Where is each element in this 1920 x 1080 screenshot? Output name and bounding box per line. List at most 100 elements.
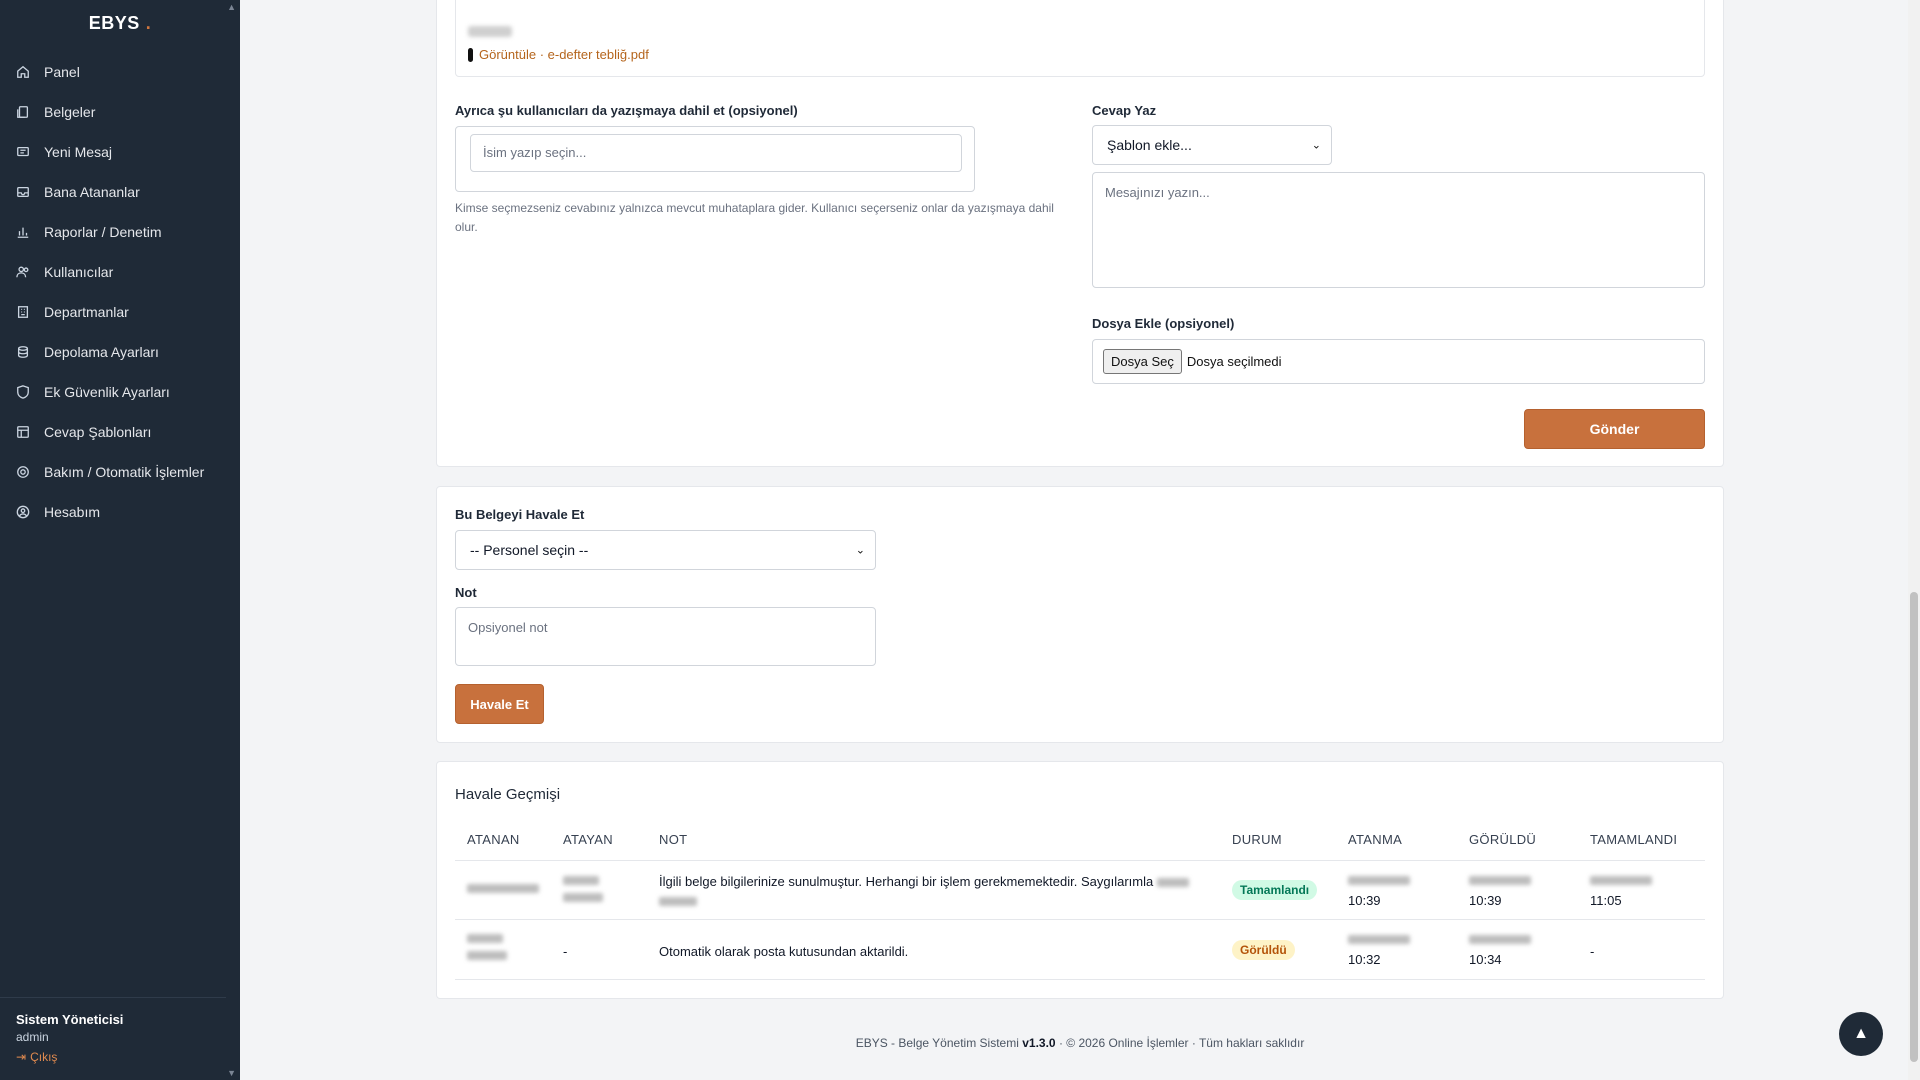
inbox-icon: [16, 185, 30, 199]
include-users-box: İsim yazıp seçin...: [455, 126, 975, 192]
sidebar-item-depolama[interactable]: Depolama Ayarları: [0, 332, 240, 372]
file-status: Dosya seçilmedi: [1186, 354, 1282, 369]
home-icon: [16, 65, 30, 79]
sidebar-item-hesabim[interactable]: Hesabım: [0, 492, 240, 532]
brand-name: EBYS: [88, 12, 140, 33]
logout-link[interactable]: ⇥ Çıkış: [16, 1050, 210, 1064]
sidebar-nav: Panel Belgeler Yeni Mesaj Bana Atananlar…: [0, 52, 240, 532]
sidebar-item-departmanlar[interactable]: Departmanlar: [0, 292, 240, 332]
row-atanma: 10:32: [1348, 935, 1410, 967]
sidebar-item-panel[interactable]: Panel: [0, 52, 240, 92]
template-select[interactable]: Şablon ekle... ⌄: [1092, 125, 1332, 165]
sidebar-user-panel: Sistem Yöneticisi admin ⇥ Çıkış: [0, 997, 226, 1080]
sidebar-item-guvenlik[interactable]: Ek Güvenlik Ayarları: [0, 372, 240, 412]
paperclip-icon: [468, 47, 473, 62]
col-not: NOT: [659, 832, 688, 847]
sidebar-item-belgeler[interactable]: Belgeler: [0, 92, 240, 132]
sidebar-item-label: Panel: [44, 64, 80, 80]
user-circle-icon: [16, 505, 30, 519]
redacted-sender: [468, 26, 512, 37]
redacted-atanan: [467, 884, 539, 893]
note-textarea[interactable]: Opsiyonel not: [455, 607, 876, 666]
reply-label: Cevap Yaz: [1092, 103, 1157, 118]
sidebar-item-label: Departmanlar: [44, 304, 129, 320]
col-goruldu: GÖRÜLDÜ: [1469, 832, 1537, 847]
template-icon: [16, 425, 30, 439]
user-name: Sistem Yöneticisi: [16, 1012, 124, 1027]
scroll-up-arrow-icon[interactable]: ▲: [227, 2, 236, 12]
template-select-value: Şablon ekle...: [1107, 137, 1192, 153]
page-scrollbar[interactable]: [1908, 0, 1920, 1080]
row-atanma: 10:39: [1348, 876, 1410, 908]
col-atanma: ATANMA: [1348, 832, 1403, 847]
sidebar-item-label: Depolama Ayarları: [44, 344, 159, 360]
forward-button[interactable]: Havale Et: [455, 684, 544, 724]
scrollbar-thumb[interactable]: [1910, 592, 1918, 1062]
row-divider: [455, 979, 1705, 980]
logout-label: Çıkış: [30, 1050, 58, 1064]
sidebar-item-label: Raporlar / Denetim: [44, 224, 162, 240]
send-button[interactable]: Gönder: [1524, 409, 1705, 449]
gear-icon: [16, 465, 30, 479]
row-note-text: İlgili belge bilgilerinize sunulmuştur. …: [659, 874, 1154, 889]
chevron-down-icon: ⌄: [1311, 139, 1321, 152]
row-note-text: Otomatik olarak posta kutusundan aktaril…: [659, 944, 909, 959]
redacted-atanan: [467, 934, 507, 960]
footer-version: v1.3.0: [1022, 1036, 1056, 1050]
file-choose-button[interactable]: Dosya Seç: [1103, 349, 1182, 374]
footer-copyright: · © 2026 Online İşlemler · Tüm hakları s…: [1058, 1036, 1305, 1050]
personnel-select[interactable]: -- Personel seçin -- ⌄: [455, 530, 876, 570]
message-icon: [16, 145, 30, 159]
col-atayan: ATAYAN: [563, 832, 613, 847]
forward-title: Bu Belgeyi Havale Et: [455, 507, 585, 522]
include-users-label: Ayrıca şu kullanıcıları da yazışmaya dah…: [455, 103, 798, 118]
sidebar-item-bakim[interactable]: Bakım / Otomatik İşlemler: [0, 452, 240, 492]
brand-logo[interactable]: EBYS .: [0, 0, 240, 46]
row-divider: [455, 919, 1705, 920]
chevron-down-icon: ⌄: [855, 544, 865, 557]
scroll-to-top-button[interactable]: ▲: [1839, 1012, 1883, 1056]
message-textarea[interactable]: Mesajınızı yazın...: [1092, 172, 1705, 288]
table-header-divider: [455, 860, 1705, 861]
sidebar-item-label: Belgeler: [44, 104, 96, 120]
sidebar-item-yeni-mesaj[interactable]: Yeni Mesaj: [0, 132, 240, 172]
main-content: Görüntüle · e-defter tebliğ.pdf Ayrıca ş…: [240, 0, 1920, 1080]
col-atanan: ATANAN: [467, 832, 520, 847]
sidebar-item-label: Hesabım: [44, 504, 101, 520]
sidebar: ▲ EBYS . Panel Belgeler Yeni Mesaj Bana …: [0, 0, 240, 1080]
sidebar-item-kullanicilar[interactable]: Kullanıcılar: [0, 252, 240, 292]
attachment-link[interactable]: Görüntüle · e-defter tebliğ.pdf: [468, 47, 649, 62]
atanma-time: 10:39: [1348, 893, 1381, 908]
page-footer: EBYS - Belge Yönetim Sistemi v1.3.0 · © …: [436, 1036, 1724, 1050]
goruldu-time: 10:39: [1469, 893, 1502, 908]
arrow-up-icon: ▲: [1853, 1025, 1869, 1042]
sidebar-item-label: Cevap Şablonları: [44, 424, 152, 440]
database-icon: [16, 345, 30, 359]
brand-dot: .: [145, 12, 152, 33]
history-title: Havale Geçmişi: [455, 786, 561, 803]
attachment-link-text: Görüntüle · e-defter tebliğ.pdf: [479, 47, 649, 62]
users-icon: [16, 265, 30, 279]
include-users-input[interactable]: İsim yazıp seçin...: [470, 134, 962, 172]
row-tamamlandi: -: [1590, 944, 1595, 959]
footer-app: EBYS - Belge Yönetim Sistemi: [855, 1036, 1019, 1050]
sidebar-item-raporlar[interactable]: Raporlar / Denetim: [0, 212, 240, 252]
message-preview: Görüntüle · e-defter tebliğ.pdf: [455, 0, 1705, 77]
goruldu-time: 10:34: [1469, 952, 1502, 967]
row-tamamlandi: 11:05: [1590, 876, 1652, 908]
file-input[interactable]: Dosya Seç Dosya seçilmedi: [1092, 339, 1705, 384]
documents-icon: [16, 105, 30, 119]
col-tamamlandi: TAMAMLANDI: [1590, 832, 1678, 847]
building-icon: [16, 305, 30, 319]
include-users-help: Kimse seçmezseniz cevabınız yalnızca mev…: [455, 201, 1054, 234]
shield-icon: [16, 385, 30, 399]
sidebar-item-bana-atananlar[interactable]: Bana Atananlar: [0, 172, 240, 212]
scroll-down-arrow-icon[interactable]: ▼: [227, 1068, 236, 1078]
sidebar-item-sablonlar[interactable]: Cevap Şablonları: [0, 412, 240, 452]
row-note: İlgili belge bilgilerinize sunulmuştur. …: [659, 873, 1214, 906]
sidebar-item-label: Ek Güvenlik Ayarları: [44, 384, 170, 400]
tamamlandi-time: 11:05: [1590, 893, 1622, 908]
col-durum: DURUM: [1232, 832, 1282, 847]
status-badge: Tamamlandı: [1232, 880, 1318, 900]
file-label: Dosya Ekle (opsiyonel): [1092, 316, 1235, 331]
